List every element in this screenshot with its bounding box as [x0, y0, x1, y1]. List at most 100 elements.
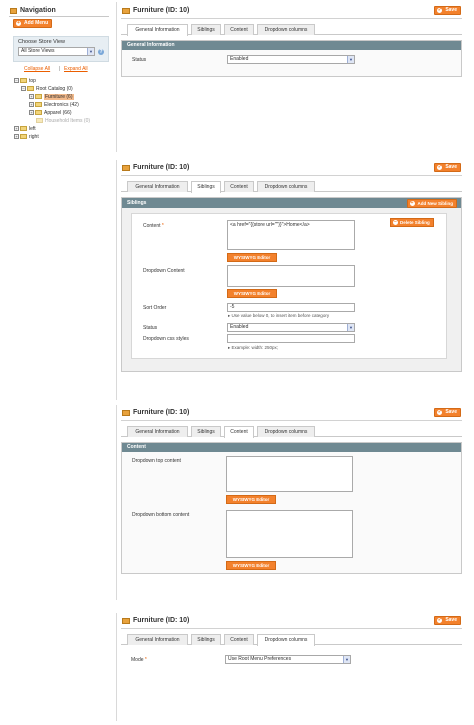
help-icon[interactable]: ? — [98, 49, 104, 55]
status-select[interactable]: Enabled ▼ — [227, 55, 355, 64]
collapse-toggle-icon[interactable]: − — [14, 78, 19, 84]
tab-content[interactable]: Content — [224, 181, 254, 192]
store-view-select[interactable]: All Store Views ▼ — [18, 47, 95, 56]
expand-toggle-icon[interactable]: + — [29, 110, 34, 116]
page-title: Furniture (ID: 10) — [133, 617, 190, 624]
tree-node-top[interactable]: − top — [14, 78, 36, 85]
store-view-label: Choose Store View — [18, 39, 65, 45]
tree-node-electronics[interactable]: + Electronics (42) — [29, 102, 79, 109]
navigation-title: Navigation — [20, 7, 56, 14]
check-icon: ✓ — [437, 617, 443, 623]
tab-content[interactable]: Content — [224, 426, 254, 438]
tree-node-household-items[interactable]: Household Items (0) — [36, 118, 90, 125]
tab-siblings[interactable]: Siblings — [191, 24, 221, 35]
panel-header: Furniture (ID: 10) ✓ Save — [121, 407, 462, 421]
tab-siblings[interactable]: Siblings — [191, 181, 221, 193]
dropdown-css-input[interactable] — [227, 334, 355, 343]
plus-icon: + — [16, 20, 21, 26]
dropdown-columns-form: Mode * Use Root Menu Preferences ▼ — [121, 645, 462, 673]
tab-general-information[interactable]: General Information — [127, 181, 188, 192]
tree-node-furniture[interactable]: + Furniture (6) — [29, 94, 74, 101]
check-icon: ✓ — [437, 409, 443, 415]
tab-siblings[interactable]: Siblings — [191, 426, 221, 437]
folder-icon — [35, 94, 42, 100]
tab-general-information[interactable]: General Information — [127, 24, 188, 36]
add-new-sibling-label: Add New Sibling — [417, 201, 454, 206]
add-menu-label: Add Menu — [24, 20, 49, 26]
section-title: General Information — [122, 41, 461, 50]
content-textarea[interactable]: <a href="{{store url=""}}">Home</a> — [227, 220, 355, 250]
add-menu-button[interactable]: + Add Menu — [13, 19, 53, 28]
navigation-sidebar: Navigation + Add Menu Choose Store View … — [9, 6, 109, 156]
tab-dropdown-columns[interactable]: Dropdown columns — [257, 181, 315, 192]
dropdown-top-content-label: Dropdown top content — [132, 458, 181, 464]
mode-value: Use Root Menu Preferences — [228, 656, 292, 662]
tree-node-right[interactable]: + right — [14, 134, 39, 141]
panel-header: Furniture (ID: 10) ✓ Save — [121, 162, 462, 176]
chevron-down-icon: ▼ — [343, 656, 350, 663]
wysiwyg-editor-button[interactable]: WYSIWYG Editor — [227, 289, 277, 298]
tab-dropdown-columns[interactable]: Dropdown columns — [257, 426, 315, 437]
expand-toggle-icon[interactable]: + — [29, 94, 34, 100]
wysiwyg-editor-button[interactable]: WYSIWYG Editor — [226, 495, 276, 504]
tab-content[interactable]: Content — [224, 634, 254, 645]
expand-toggle-icon[interactable]: + — [29, 102, 34, 108]
wysiwyg-editor-button[interactable]: WYSIWYG Editor — [227, 253, 277, 262]
save-button[interactable]: ✓ Save — [434, 408, 461, 417]
collapse-all-link[interactable]: Collapse All — [24, 66, 50, 72]
add-new-sibling-button[interactable]: + Add New Sibling — [406, 199, 457, 208]
expand-toggle-icon[interactable]: + — [14, 126, 19, 132]
wysiwyg-editor-button[interactable]: WYSIWYG Editor — [226, 561, 276, 570]
collapse-toggle-icon[interactable]: − — [21, 86, 26, 92]
plus-icon: + — [409, 200, 415, 206]
folder-icon — [20, 134, 27, 140]
tree-node-left[interactable]: + left — [14, 126, 36, 133]
folder-icon — [122, 618, 130, 624]
dropdown-content-label: Dropdown Content — [143, 268, 185, 274]
panel-general-information: Furniture (ID: 10) ✓ Save General Inform… — [121, 5, 462, 77]
dropdown-content-textarea[interactable] — [227, 265, 355, 287]
page-title: Furniture (ID: 10) — [133, 7, 190, 14]
dropdown-bottom-content-textarea[interactable] — [226, 510, 353, 558]
dropdown-top-content-textarea[interactable] — [226, 456, 353, 492]
link-separator: | — [59, 66, 61, 72]
sort-order-label: Sort Order — [143, 305, 167, 311]
tab-dropdown-columns[interactable]: Dropdown columns — [257, 24, 315, 35]
tab-bar: General Information Siblings Content Dro… — [121, 181, 462, 193]
tree-label: Root Catalog (0) — [36, 86, 73, 92]
expand-toggle-icon[interactable]: + — [14, 134, 19, 140]
sort-order-input[interactable]: -5 — [227, 303, 355, 312]
folder-icon — [20, 78, 27, 84]
tab-siblings[interactable]: Siblings — [191, 634, 221, 645]
column-divider — [116, 405, 117, 600]
tree-node-apparel[interactable]: + Apparel (66) — [29, 110, 72, 117]
tree-label: Furniture (6) — [44, 94, 74, 100]
tab-content[interactable]: Content — [224, 24, 254, 35]
column-divider — [116, 613, 117, 721]
status-value: Enabled — [230, 56, 249, 62]
mode-select[interactable]: Use Root Menu Preferences ▼ — [225, 655, 351, 664]
tab-bar: General Information Siblings Content Dro… — [121, 634, 462, 646]
save-button[interactable]: ✓ Save — [434, 163, 461, 172]
delete-sibling-button[interactable]: − Delete Sibling — [390, 218, 434, 227]
tab-general-information[interactable]: General Information — [127, 426, 188, 437]
tree-label: Household Items (0) — [45, 118, 91, 124]
sort-order-note: ▸ Use value below 0, to insert item befo… — [228, 313, 330, 318]
tree-label: left — [29, 126, 36, 132]
column-divider — [116, 2, 117, 152]
chevron-down-icon: ▼ — [87, 48, 94, 55]
minus-icon: − — [393, 219, 398, 225]
status-value: Enabled — [230, 324, 249, 330]
mode-label: Mode * — [131, 657, 147, 663]
content-label: Content * — [143, 223, 164, 229]
sibling-item: Content * <a href="{{store url=""}}">Hom… — [131, 213, 447, 359]
expand-all-link[interactable]: Expand All — [64, 66, 88, 72]
tab-general-information[interactable]: General Information — [127, 634, 188, 645]
tree-label: right — [29, 134, 39, 140]
chevron-down-icon: ▼ — [347, 324, 354, 331]
save-button[interactable]: ✓ Save — [434, 6, 461, 15]
save-button[interactable]: ✓ Save — [434, 616, 461, 625]
general-information-section: General Information Status Enabled ▼ — [121, 40, 462, 77]
status-select[interactable]: Enabled ▼ — [227, 323, 355, 332]
tree-node-root-catalog[interactable]: − Root Catalog (0) — [21, 86, 73, 93]
